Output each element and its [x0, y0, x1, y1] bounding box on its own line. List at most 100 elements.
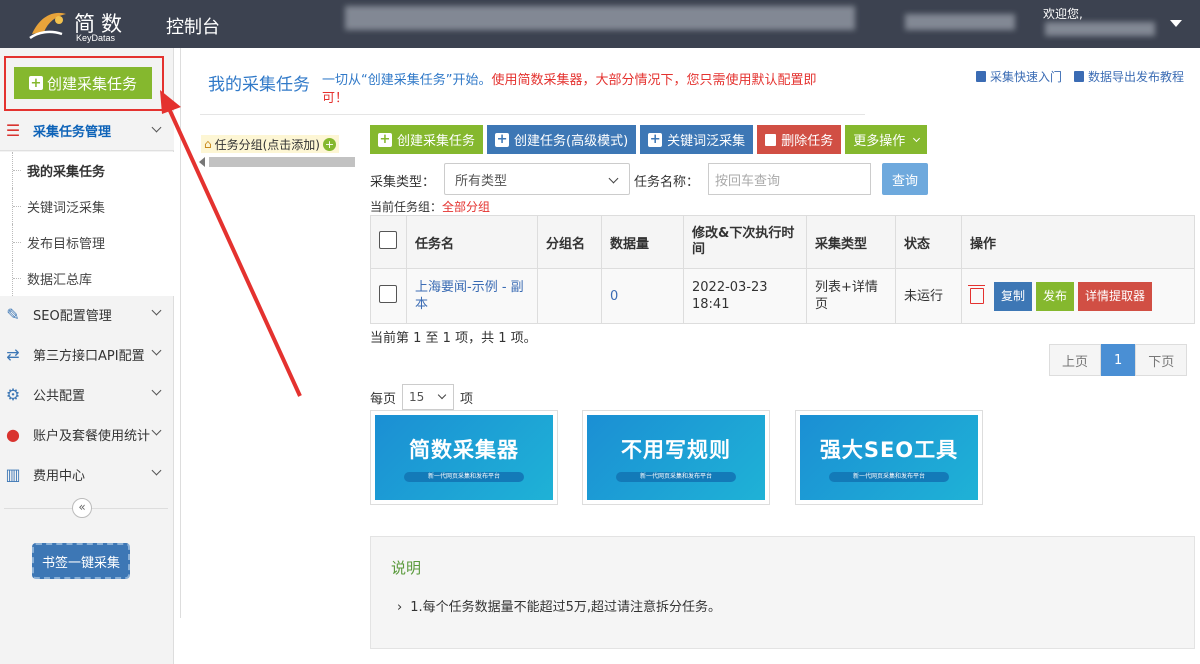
edit-icon: ✎ — [6, 304, 20, 324]
gear-icon: ⚙ — [5, 384, 21, 404]
type-filter-select[interactable]: 所有类型 — [444, 163, 630, 195]
chevron-down-icon — [151, 345, 162, 356]
sidebar: + 创建采集任务 ☰ 采集任务管理 我的采集任务 关键词泛采集 发布目标管理 数… — [0, 48, 174, 664]
chevron-down-icon — [151, 465, 162, 476]
task-group-add[interactable]: ⌂ 任务分组(点击添加) + — [201, 135, 339, 153]
actions-cell: 复制 发布 详情提取器 — [961, 268, 1195, 324]
per-page: 每页 15 项 — [370, 384, 473, 410]
chevron-down-icon — [913, 134, 921, 142]
data-count-link[interactable]: 0 — [601, 268, 684, 324]
banner-title: 不用写规则 — [621, 437, 731, 462]
quickstart-link[interactable]: 采集快速入门 — [975, 68, 1062, 85]
sidebar-item-keyword[interactable]: 关键词泛采集 — [12, 188, 174, 224]
divider — [180, 48, 181, 618]
time-cell: 2022-03-23 18:41 — [683, 268, 807, 324]
button-label: 创建采集任务 — [397, 134, 476, 149]
sidebar-section-task-management[interactable]: ☰ 采集任务管理 — [0, 111, 174, 151]
sidebar-item-my-tasks[interactable]: 我的采集任务 — [12, 152, 174, 188]
promo-banner[interactable]: 简数采集器新一代网页采集和发布平台 — [370, 410, 558, 505]
sidebar-section-seo[interactable]: ✎ SEO配置管理 — [0, 294, 174, 334]
divider — [200, 114, 865, 115]
next-page-button[interactable]: 下页 — [1135, 344, 1188, 376]
page-info: 当前第 1 至 1 项，共 1 项。 — [370, 331, 537, 346]
home-icon: ⌂ — [204, 137, 212, 151]
promo-banner[interactable]: 强大SEO工具 新一代网页采集和发布平台 — [795, 410, 983, 505]
sidebar-item-publish-target[interactable]: 发布目标管理 — [12, 224, 174, 260]
top-bar: 简数 KeyDatas 控制台 欢迎您, — [0, 0, 1200, 48]
user-menu-caret-icon[interactable] — [1170, 20, 1182, 27]
sidebar-section-api[interactable]: ⇄ 第三方接口API配置 — [0, 334, 174, 374]
create-task-button[interactable]: + 创建采集任务 — [370, 125, 484, 154]
sidebar-section-account[interactable]: ● 账户及套餐使用统计 — [0, 414, 174, 454]
copy-button[interactable]: 复制 — [994, 281, 1033, 311]
plus-icon: + — [28, 75, 43, 91]
task-name-link[interactable]: 上海要闻-示例 - 副本 — [406, 268, 538, 324]
logo-mark-icon — [29, 12, 66, 40]
main-title: 我的采集任务 — [208, 75, 310, 95]
sidebar-section-label: 账户及套餐使用统计 — [33, 428, 151, 444]
task-toolbar: + 创建采集任务 + 创建任务(高级模式) + 关键词泛采集 删除任务 更多操作 — [370, 125, 928, 154]
table-header-row: 任务名 分组名 数据量 修改&下次执行时间 采集类型 状态 操作 — [370, 215, 1195, 269]
exchange-icon: ⇄ — [6, 344, 20, 364]
book-icon — [1073, 71, 1084, 82]
prev-page-button[interactable]: 上页 — [1049, 344, 1102, 376]
select-all-checkbox[interactable] — [379, 231, 397, 249]
task-group-panel: ⌂ 任务分组(点击添加) + — [199, 133, 357, 173]
column-header: 分组名 — [537, 215, 602, 269]
promo-banner[interactable]: 不用写规则 新一代网页采集和发布平台 — [582, 410, 770, 505]
button-label: 删除任务 — [781, 134, 834, 149]
sidebar-section-public-config[interactable]: ⚙ 公共配置 — [0, 374, 174, 414]
sidebar-create-task-button[interactable]: + 创建采集任务 — [14, 67, 152, 99]
chevron-down-icon — [151, 425, 162, 436]
plus-icon: + — [495, 132, 510, 147]
delete-row-icon[interactable] — [968, 285, 985, 304]
sidebar-section-label: 费用中心 — [33, 468, 86, 484]
row-checkbox[interactable] — [379, 284, 397, 303]
scroll-left-icon[interactable] — [199, 157, 205, 167]
sidebar-section-billing[interactable]: ▥ 费用中心 — [0, 454, 174, 494]
collapse-sidebar-icon[interactable]: « — [72, 498, 92, 518]
button-label: 关键词泛采集 — [667, 134, 746, 149]
sidebar-item-data-summary[interactable]: 数据汇总库 — [12, 260, 174, 296]
chevron-right-icon: › — [397, 600, 403, 615]
note-item: › 1.每个任务数据量不能超过5万,超过请注意拆分任务。 — [397, 596, 721, 615]
publish-button[interactable]: 发布 — [1036, 281, 1075, 311]
chevron-down-icon — [151, 122, 162, 133]
sidebar-section-label: 采集任务管理 — [33, 125, 112, 140]
trash-icon — [765, 133, 777, 146]
query-button[interactable]: 查询 — [882, 163, 928, 195]
column-header: 状态 — [895, 215, 962, 269]
note-item-text: 1.每个任务数据量不能超过5万,超过请注意拆分任务。 — [410, 600, 722, 615]
select-value: 15 — [409, 390, 425, 404]
sidebar-section-label: 公共配置 — [33, 388, 86, 404]
banner-subtitle: 新一代网页采集和发布平台 — [404, 471, 524, 482]
per-page-select[interactable]: 15 — [402, 384, 455, 410]
button-label: 创建任务(高级模式) — [514, 134, 629, 149]
more-actions-button[interactable]: 更多操作 — [845, 125, 928, 154]
task-name-input[interactable]: 按回车查询 — [708, 163, 871, 195]
user-icon: ● — [6, 424, 20, 444]
delete-task-button[interactable]: 删除任务 — [757, 125, 842, 154]
task-table: 任务名 分组名 数据量 修改&下次执行时间 采集类型 状态 操作 上海要闻-示例… — [370, 215, 1195, 324]
bookmark-collect-button[interactable]: 书签一键采集 — [32, 543, 130, 579]
name-filter-label: 任务名称： — [634, 175, 700, 190]
redacted-area — [905, 14, 1015, 30]
create-advanced-task-button[interactable]: + 创建任务(高级模式) — [487, 125, 637, 154]
current-group-value[interactable]: 全部分组 — [442, 200, 490, 214]
redacted-area — [345, 6, 855, 30]
sidebar-submenu: 我的采集任务 关键词泛采集 发布目标管理 数据汇总库 — [0, 152, 174, 296]
detail-extractor-button[interactable]: 详情提取器 — [1078, 281, 1153, 311]
banner-title: 简数采集器 — [409, 437, 519, 462]
page-1-button[interactable]: 1 — [1101, 344, 1136, 376]
group-scrollbar[interactable] — [209, 157, 355, 167]
help-links: 采集快速入门 数据导出发布教程 — [975, 68, 1184, 85]
export-tutorial-link[interactable]: 数据导出发布教程 — [1073, 68, 1184, 85]
add-group-icon[interactable]: + — [323, 137, 336, 151]
per-page-label: 每页 — [370, 391, 397, 407]
current-group: 当前任务组：全部分组 — [370, 198, 490, 215]
logo[interactable]: 简数 KeyDatas — [28, 6, 158, 43]
keyword-collect-button[interactable]: + 关键词泛采集 — [640, 125, 754, 154]
column-header: 数据量 — [601, 215, 684, 269]
column-header: 操作 — [961, 215, 1195, 269]
chevron-down-icon — [437, 390, 447, 400]
